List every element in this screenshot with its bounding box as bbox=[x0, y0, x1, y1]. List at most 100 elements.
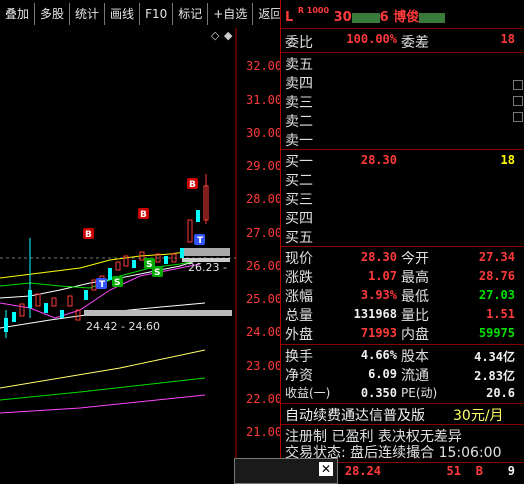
y-tick: 30.00 bbox=[246, 126, 283, 140]
stat-label: 最高 bbox=[401, 270, 429, 286]
weicha-value: 18 bbox=[500, 32, 515, 46]
current-price: 28.30 bbox=[360, 250, 397, 264]
weibi-row: 委比 100.00% 委差 18 bbox=[281, 32, 521, 51]
y-tick: 27.00 bbox=[246, 226, 283, 240]
y-tick: 28.00 bbox=[246, 192, 283, 206]
net-assets: 6.09 bbox=[368, 367, 397, 381]
stat-label: 总量 bbox=[285, 308, 313, 324]
stat-label: 换手 bbox=[285, 349, 313, 365]
stat-label: PE(动) bbox=[401, 386, 438, 400]
draw-line-button[interactable]: 画线 bbox=[105, 3, 141, 25]
svg-text:B: B bbox=[85, 230, 92, 240]
sell-2-label: 卖二 bbox=[285, 114, 313, 130]
toolbar: 叠加 多股 统计 画线 F10 标记 +自选 返回 bbox=[0, 0, 282, 28]
buy-3-label: 买三 bbox=[285, 192, 313, 208]
turnover: 4.66% bbox=[360, 348, 397, 362]
ad-price[interactable]: 30元/月 bbox=[453, 405, 504, 425]
stat-label: 涨幅 bbox=[285, 289, 313, 305]
sell-1-label: 卖一 bbox=[285, 133, 313, 149]
info-line: 注册制 已盈利 表决权无差异 bbox=[281, 426, 521, 445]
stock-name: 6 博俊 bbox=[379, 10, 420, 25]
y-tick: 31.00 bbox=[246, 93, 283, 107]
f10-button[interactable]: F10 bbox=[140, 3, 174, 25]
float-shares: 2.83亿 bbox=[474, 369, 515, 383]
low-price: 27.03 bbox=[478, 288, 515, 302]
weicha-label: 委差 bbox=[401, 35, 429, 51]
sell-5-label: 卖五 bbox=[285, 57, 313, 73]
stat-label: 今开 bbox=[401, 251, 429, 267]
price-annotation: 26.23 - bbox=[188, 261, 227, 274]
buy-1-volume: 18 bbox=[500, 153, 515, 167]
weibi-label: 委比 bbox=[285, 35, 313, 51]
side-icons bbox=[512, 60, 524, 160]
y-tick: 23.00 bbox=[246, 359, 283, 373]
svg-text:S: S bbox=[146, 260, 152, 270]
stat-label: 最低 bbox=[401, 289, 429, 305]
buy-5-label: 买五 bbox=[285, 230, 313, 246]
sell-3-label: 卖三 bbox=[285, 95, 313, 111]
stat-label: 流通 bbox=[401, 368, 429, 384]
ad-text[interactable]: 自动续费通达信普及版 bbox=[285, 405, 425, 425]
svg-text:◆: ◆ bbox=[224, 29, 233, 42]
overlay-button[interactable]: 叠加 bbox=[0, 3, 36, 25]
info-text: 注册制 已盈利 表决权无差异 bbox=[285, 429, 462, 445]
stat-label: 外盘 bbox=[285, 327, 313, 343]
open-price: 27.34 bbox=[478, 250, 515, 264]
svg-text:B: B bbox=[140, 210, 147, 220]
mark-button[interactable]: 标记 bbox=[173, 3, 209, 25]
y-tick: 29.00 bbox=[246, 159, 283, 173]
subscription-ad[interactable]: 自动续费通达信普及版 30元/月 bbox=[281, 405, 521, 424]
statistics-button[interactable]: 统计 bbox=[70, 3, 106, 25]
candlestick-chart[interactable]: B B B T S S S T ◇ ◆ 26.23 - 24.42 - 24.6… bbox=[0, 28, 283, 482]
change-percent: 3.93% bbox=[360, 288, 397, 302]
stat-label: 股本 bbox=[401, 349, 429, 365]
svg-text:S: S bbox=[114, 278, 120, 288]
stat-label: 净资 bbox=[285, 368, 313, 384]
last-trade-count: 9 bbox=[507, 464, 515, 478]
stat-label: 现价 bbox=[285, 251, 313, 267]
stat-label: 量比 bbox=[401, 308, 429, 324]
last-trade-volume: 51 bbox=[446, 464, 461, 478]
y-tick: 24.00 bbox=[246, 325, 283, 339]
buy-1-price: 28.30 bbox=[360, 153, 397, 167]
share-capital: 4.34亿 bbox=[474, 350, 515, 364]
stock-title: L R 1000 30 6 博俊 bbox=[285, 6, 446, 25]
title-prefix: L bbox=[285, 10, 294, 25]
svg-text:T: T bbox=[99, 280, 106, 290]
y-tick: 25.00 bbox=[246, 292, 283, 306]
stat-label: 涨跌 bbox=[285, 270, 313, 286]
buy-4-label: 买四 bbox=[285, 211, 313, 227]
svg-text:S: S bbox=[154, 268, 160, 278]
multi-stock-button[interactable]: 多股 bbox=[35, 3, 71, 25]
side-icon[interactable] bbox=[513, 112, 523, 122]
eps: 0.350 bbox=[360, 386, 397, 400]
svg-text:B: B bbox=[189, 180, 196, 190]
pe-ratio: 20.6 bbox=[486, 386, 515, 400]
buy-1-label: 买一 bbox=[285, 154, 313, 170]
change-value: 1.07 bbox=[368, 269, 397, 283]
outer-volume: 71993 bbox=[360, 326, 397, 340]
y-tick: 26.00 bbox=[246, 259, 283, 273]
y-tick: 21.00 bbox=[246, 425, 283, 439]
side-icon[interactable] bbox=[513, 96, 523, 106]
svg-text:T: T bbox=[197, 236, 204, 246]
range-annotation: 24.42 - 24.60 bbox=[86, 320, 160, 333]
stat-label: 内盘 bbox=[401, 327, 429, 343]
y-tick: 22.00 bbox=[246, 392, 283, 406]
inner-volume: 59975 bbox=[478, 326, 515, 340]
svg-text:◇: ◇ bbox=[211, 29, 220, 42]
high-price: 28.76 bbox=[478, 269, 515, 283]
last-trade-side: B bbox=[475, 464, 483, 478]
side-icon[interactable] bbox=[513, 80, 523, 90]
stock-code: 30 bbox=[333, 10, 352, 25]
buy-2-label: 买二 bbox=[285, 173, 313, 189]
chart-canvas: B B B T S S S T ◇ ◆ bbox=[0, 28, 237, 482]
sell-4-label: 卖四 bbox=[285, 76, 313, 92]
title-sub: R 1000 bbox=[297, 6, 330, 15]
y-tick: 32.00 bbox=[246, 59, 283, 73]
add-watchlist-button[interactable]: +自选 bbox=[208, 3, 254, 25]
volume-ratio: 1.51 bbox=[486, 307, 515, 321]
quote-panel: L R 1000 30 6 博俊 委比 100.00% 委差 18 卖五 卖四 卖… bbox=[281, 0, 524, 482]
close-icon[interactable]: ✕ bbox=[319, 462, 333, 476]
popup-window: ✕ bbox=[234, 458, 338, 484]
